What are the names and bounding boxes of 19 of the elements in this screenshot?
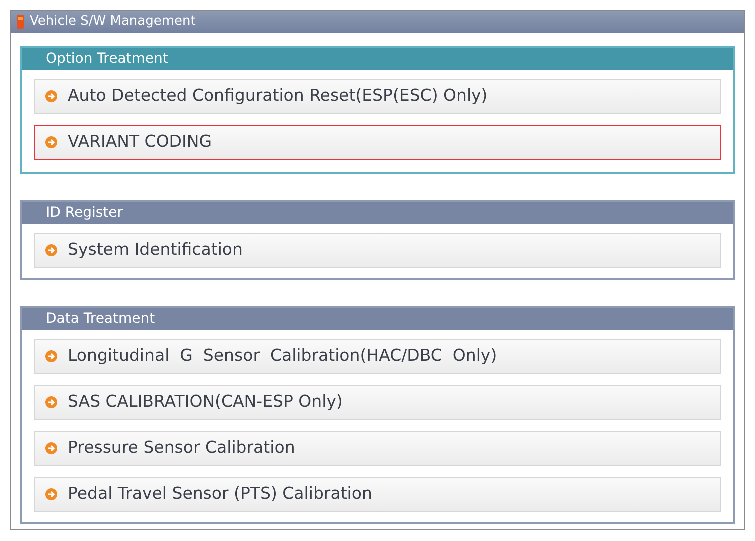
window-title: Vehicle S/W Management bbox=[30, 13, 196, 32]
menu-item[interactable]: Auto Detected Configuration Reset(ESP(ESC) Only) bbox=[34, 79, 721, 114]
section-header: Data Treatment bbox=[22, 308, 733, 330]
arrow-icon bbox=[45, 244, 58, 257]
section-header: ID Register bbox=[22, 202, 733, 224]
menu-item[interactable]: Pedal Travel Sensor (PTS) Calibration bbox=[34, 477, 721, 512]
menu-item[interactable]: Pressure Sensor Calibration bbox=[34, 431, 721, 466]
app-icon bbox=[17, 15, 24, 29]
arrow-icon bbox=[45, 442, 58, 455]
menu-item[interactable]: VARIANT CODING bbox=[34, 125, 721, 160]
menu-item[interactable]: System Identification bbox=[34, 233, 721, 268]
arrow-icon bbox=[45, 396, 58, 409]
arrow-icon bbox=[45, 350, 58, 363]
menu-item[interactable]: Longitudinal G Sensor Calibration(HAC/DBC Only) bbox=[34, 339, 721, 374]
arrow-icon bbox=[45, 136, 58, 149]
arrow-icon bbox=[45, 90, 58, 103]
menu-item[interactable]: SAS CALIBRATION(CAN-ESP Only) bbox=[34, 385, 721, 420]
arrow-icon bbox=[45, 488, 58, 501]
section-header: Option Treatment bbox=[22, 48, 733, 70]
